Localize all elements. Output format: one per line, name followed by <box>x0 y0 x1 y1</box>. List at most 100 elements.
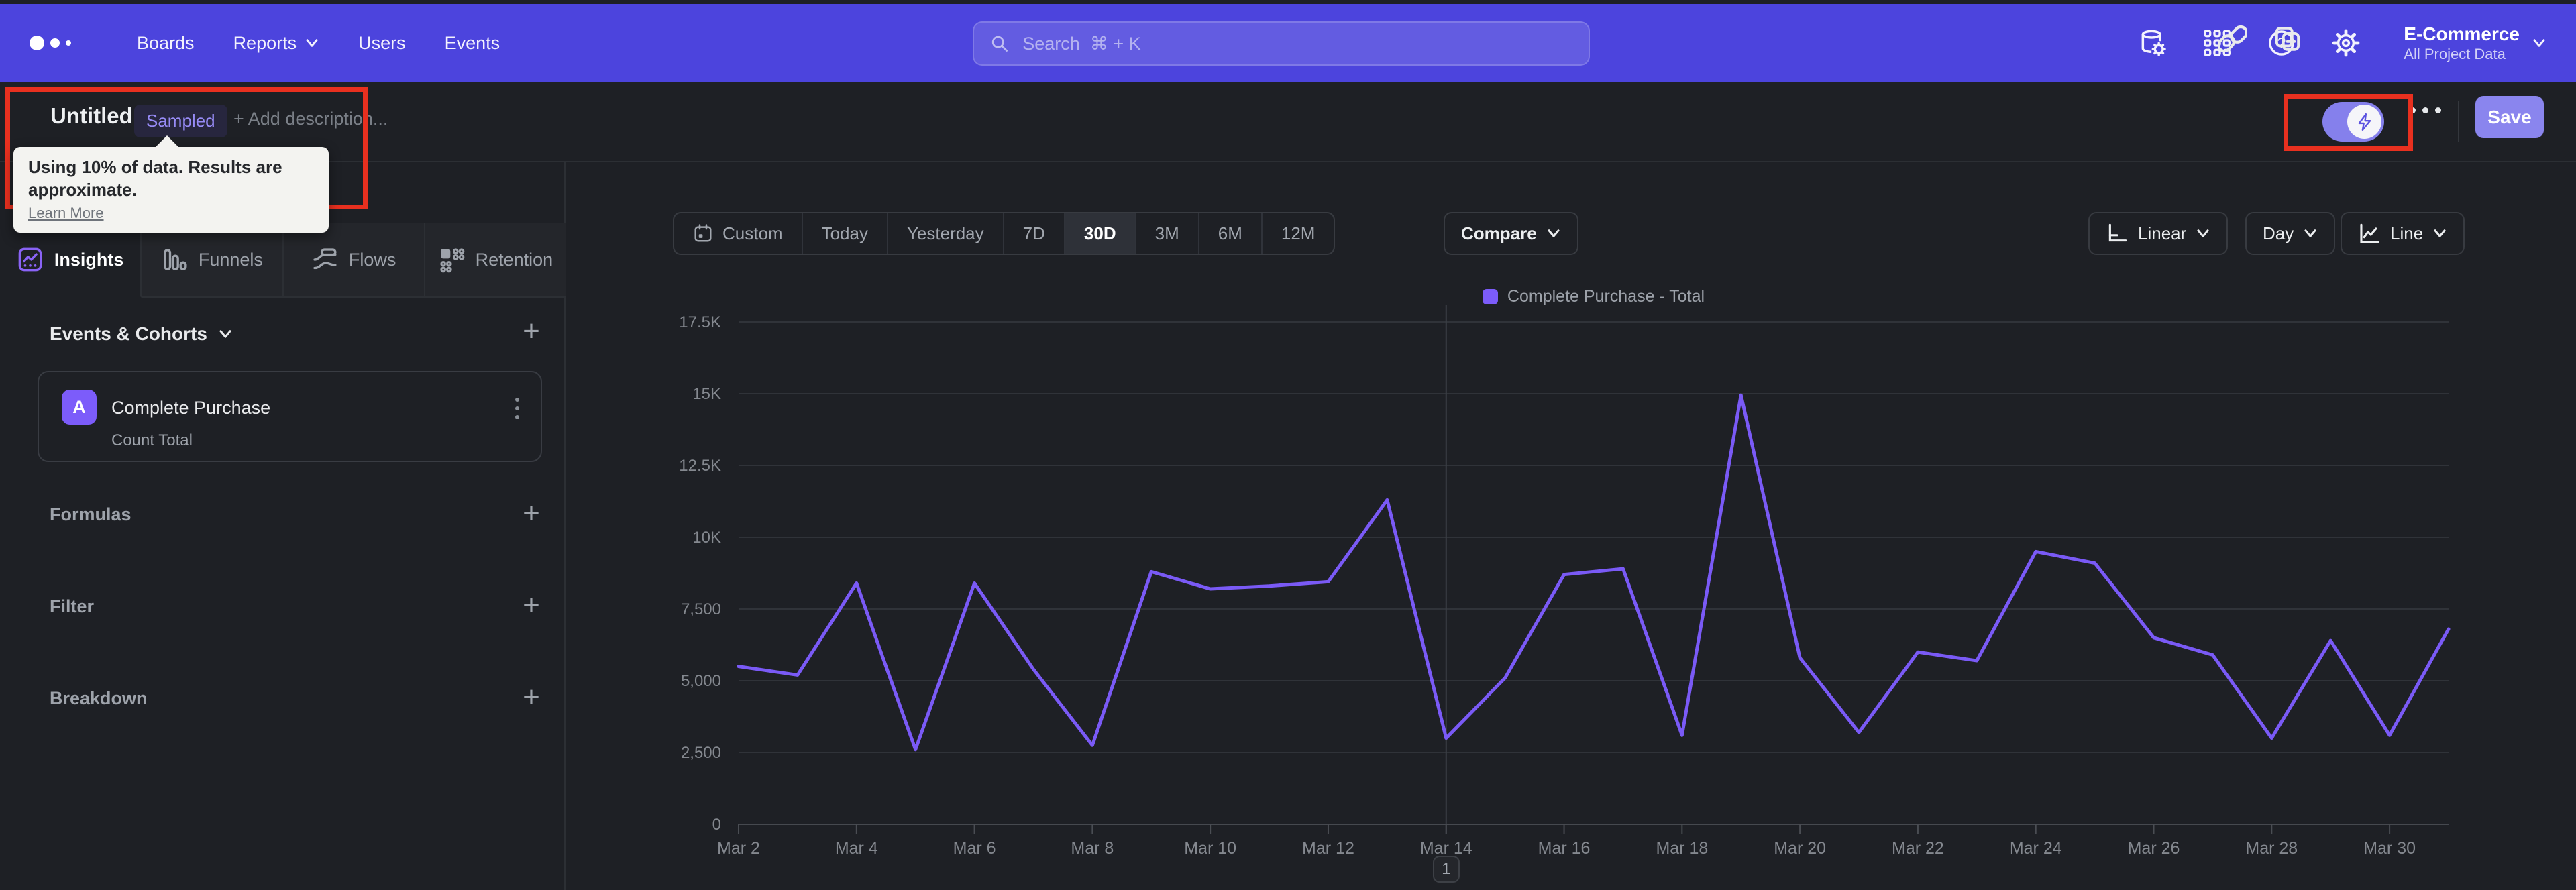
svg-text:0: 0 <box>712 816 721 834</box>
event-kebab-menu[interactable] <box>513 395 522 422</box>
settings-gear-icon[interactable] <box>2331 28 2361 58</box>
tab-retention[interactable]: Retention <box>425 223 566 298</box>
svg-text:7,500: 7,500 <box>681 600 721 618</box>
report-title[interactable]: Untitled <box>50 103 133 129</box>
scale-label: Linear <box>2138 223 2187 243</box>
range-12m[interactable]: 12M <box>1263 213 1334 254</box>
chart-type-dropdown[interactable]: Line <box>2341 212 2465 255</box>
range-6m-label: 6M <box>1218 223 1242 243</box>
compare-button[interactable]: Compare <box>1444 212 1578 255</box>
tab-retention-label: Retention <box>475 249 553 270</box>
range-today-label: Today <box>821 223 868 243</box>
lightning-bolt-icon <box>2358 113 2371 131</box>
add-breakdown-button[interactable]: + <box>515 681 547 714</box>
event-card[interactable]: A Complete Purchase Count Total <box>38 371 542 462</box>
sampling-tooltip: Using 10% of data. Results are approxima… <box>13 135 329 233</box>
range-6m[interactable]: 6M <box>1199 213 1263 254</box>
compare-label: Compare <box>1461 223 1537 243</box>
event-name[interactable]: Complete Purchase <box>111 398 270 419</box>
funnels-icon <box>164 249 187 270</box>
more-options-button[interactable] <box>2410 107 2441 113</box>
range-30d-label: 30D <box>1083 223 1116 243</box>
add-formula-button[interactable]: + <box>515 497 547 530</box>
top-nav-bar: Boards Reports Users Events Search ⌘ + K… <box>0 4 2576 82</box>
nav-item-events[interactable]: Events <box>445 33 500 54</box>
chart-type-label: Line <box>2390 223 2424 243</box>
range-7d[interactable]: 7D <box>1004 213 1065 254</box>
svg-text:17.5K: 17.5K <box>679 313 721 331</box>
copy-link-icon[interactable] <box>2218 24 2247 54</box>
svg-text:2,500: 2,500 <box>681 744 721 762</box>
svg-text:Mar 4: Mar 4 <box>835 839 878 858</box>
event-letter-badge: A <box>62 390 97 425</box>
scale-dropdown[interactable]: Linear <box>2088 212 2229 255</box>
copy-to-board-icon[interactable] <box>2273 24 2302 54</box>
range-yesterday[interactable]: Yesterday <box>888 213 1004 254</box>
breakdown-section-label: Breakdown <box>50 688 148 708</box>
event-metric[interactable]: Count Total <box>111 431 193 450</box>
range-7d-label: 7D <box>1022 223 1045 243</box>
range-30d[interactable]: 30D <box>1065 213 1136 254</box>
nav-item-users[interactable]: Users <box>358 33 406 54</box>
svg-text:Mar 24: Mar 24 <box>2010 839 2062 858</box>
range-12m-label: 12M <box>1281 223 1316 243</box>
sampling-toggle-knob <box>2347 105 2381 139</box>
svg-text:Mar 20: Mar 20 <box>1774 839 1826 858</box>
chevron-down-icon <box>1548 229 1560 237</box>
nav-item-users-label: Users <box>358 32 406 53</box>
tab-funnels-label: Funnels <box>198 249 263 270</box>
add-description[interactable]: + Add description... <box>233 109 388 129</box>
mixpanel-app: Boards Reports Users Events Search ⌘ + K… <box>0 0 2576 890</box>
svg-text:Mar 14: Mar 14 <box>1420 839 1472 858</box>
mixpanel-logo[interactable] <box>30 36 71 50</box>
granularity-dropdown[interactable]: Day <box>2245 212 2336 255</box>
chart-legend[interactable]: Complete Purchase - Total <box>739 287 2449 307</box>
project-switcher[interactable]: E-Commerce All Project Data <box>2404 23 2546 63</box>
range-yesterday-label: Yesterday <box>906 223 984 243</box>
tab-insights[interactable]: Insights <box>0 223 142 298</box>
search-icon <box>991 36 1008 52</box>
linear-scale-icon <box>2108 223 2127 242</box>
chart-page-button[interactable]: 1 <box>1432 856 1460 883</box>
flows-icon <box>313 248 337 270</box>
range-today[interactable]: Today <box>803 213 888 254</box>
report-type-tabs: Insights Funnels Flows Retention <box>0 223 566 298</box>
filter-section-label: Filter <box>50 596 95 616</box>
nav-item-boards-label: Boards <box>137 32 195 53</box>
global-search[interactable] <box>973 21 1590 66</box>
add-event-button[interactable]: + <box>515 315 547 347</box>
sampling-toggle[interactable] <box>2322 102 2384 142</box>
svg-text:Mar 26: Mar 26 <box>2128 839 2180 858</box>
project-scope: All Project Data <box>2404 45 2506 62</box>
sampling-tooltip-text: Using 10% of data. Results are approxima… <box>28 157 282 200</box>
chevron-down-icon <box>2533 39 2545 47</box>
events-cohorts-label: Events & Cohorts <box>50 323 207 344</box>
line-chart-icon <box>2360 223 2380 243</box>
nav-right: ? E-Commerce All Project Data <box>2138 4 2546 82</box>
data-management-icon[interactable] <box>2138 28 2167 58</box>
svg-text:Mar 22: Mar 22 <box>1892 839 1944 858</box>
svg-text:Mar 28: Mar 28 <box>2245 839 2298 858</box>
svg-text:Mar 8: Mar 8 <box>1071 839 1114 858</box>
search-input[interactable] <box>1021 32 1572 55</box>
save-button[interactable]: Save <box>2475 96 2544 138</box>
tab-flows[interactable]: Flows <box>283 223 425 298</box>
granularity-label: Day <box>2263 223 2294 243</box>
events-cohorts-header[interactable]: Events & Cohorts <box>50 323 233 345</box>
learn-more-link[interactable]: Learn More <box>28 205 104 222</box>
range-custom-label: Custom <box>722 223 783 243</box>
svg-text:Mar 12: Mar 12 <box>1302 839 1354 858</box>
range-3m-label: 3M <box>1155 223 1179 243</box>
add-filter-button[interactable]: + <box>515 589 547 622</box>
tab-insights-label: Insights <box>54 249 124 270</box>
svg-text:Mar 18: Mar 18 <box>1656 839 1708 858</box>
nav-item-reports[interactable]: Reports <box>233 33 320 54</box>
sampled-badge[interactable]: Sampled <box>134 105 227 137</box>
nav-item-boards[interactable]: Boards <box>137 33 195 54</box>
range-3m[interactable]: 3M <box>1136 213 1199 254</box>
chevron-down-icon <box>2304 229 2316 237</box>
range-custom[interactable]: Custom <box>674 213 803 254</box>
query-sidebar: Insights Funnels Flows Retention Events … <box>0 162 566 890</box>
tab-funnels[interactable]: Funnels <box>142 223 284 298</box>
svg-text:Mar 30: Mar 30 <box>2363 839 2416 858</box>
